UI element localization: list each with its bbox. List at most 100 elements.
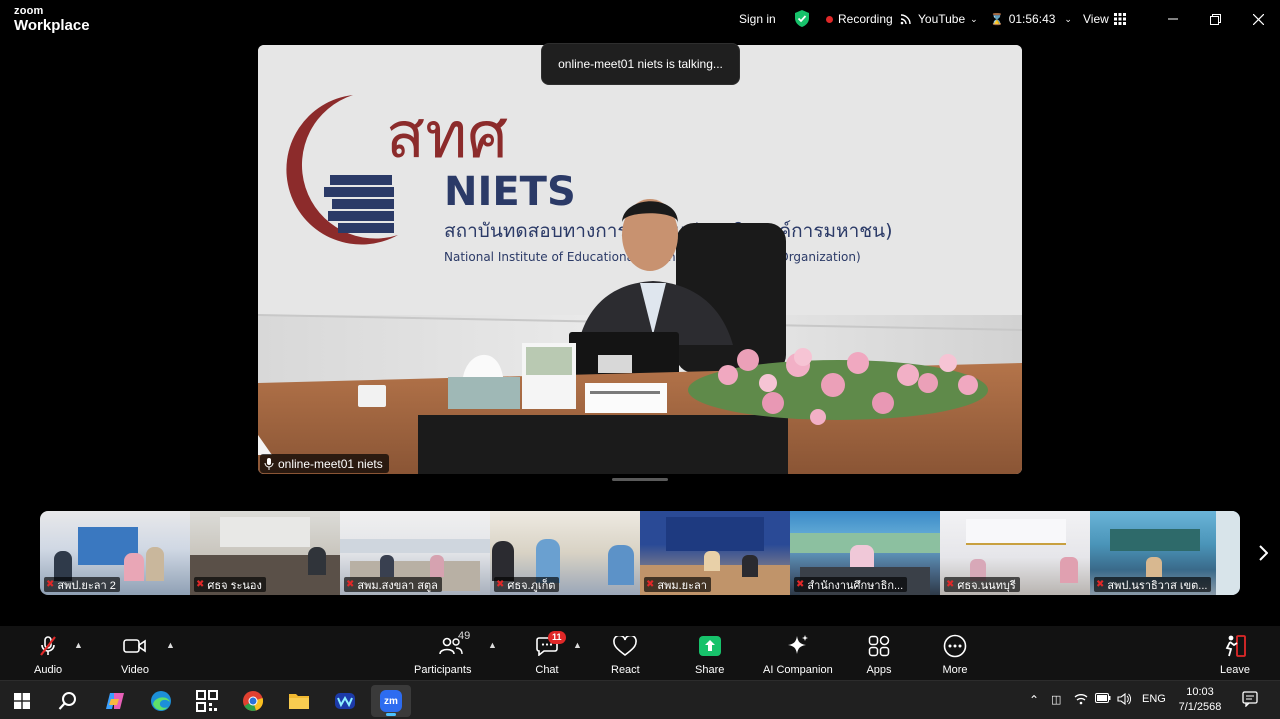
- resize-handle[interactable]: [612, 478, 668, 481]
- edge-icon: [151, 691, 171, 711]
- more-dots-icon: [942, 634, 968, 658]
- meet-now-icon[interactable]: ◫: [1051, 693, 1061, 706]
- participants-count: 49: [458, 630, 471, 642]
- thumbnail-name-tag: ✖ ศธจ ระนอง: [194, 577, 266, 592]
- search-icon: [58, 692, 76, 710]
- audio-options-caret-icon[interactable]: ▲: [74, 640, 83, 650]
- active-speaker-name: online-meet01 niets: [278, 456, 383, 471]
- participant-thumbnail[interactable]: ✖ สำนักงานศึกษาธิก...: [790, 511, 940, 595]
- thumbnail-name-tag: ✖ สพป.ยะลา 2: [44, 577, 120, 592]
- youtube-label: YouTube: [918, 12, 966, 26]
- zoom-icon: zm: [380, 690, 402, 712]
- thumbnail-name-tag: ✖ สพม.ยะลา: [644, 577, 711, 592]
- chevron-right-icon: [1259, 545, 1268, 561]
- mic-muted-icon: ✖: [796, 579, 805, 590]
- video-label: Video: [121, 664, 149, 676]
- thumbnail-name-tag: ✖ สพป.นราธิวาส เขต...: [1094, 577, 1212, 592]
- participants-options-caret-icon[interactable]: ▲: [488, 640, 497, 650]
- mic-muted-icon: ✖: [346, 579, 355, 590]
- thumbnail-name-tag: ✖ สพม.สงขลา สตูล: [344, 577, 442, 592]
- battery-icon[interactable]: [1095, 693, 1111, 706]
- view-label: View: [1083, 12, 1109, 26]
- recording-indicator[interactable]: Recording: [826, 12, 893, 26]
- close-button[interactable]: [1243, 8, 1273, 30]
- wifi-icon[interactable]: [1074, 693, 1088, 708]
- share-button[interactable]: Share: [695, 634, 724, 676]
- leave-button[interactable]: Leave: [1220, 634, 1250, 676]
- audio-button[interactable]: Audio: [34, 634, 62, 676]
- mic-muted-icon: ✖: [496, 579, 505, 590]
- clock-time: 10:03: [1186, 686, 1214, 698]
- mic-muted-icon: ✖: [46, 579, 55, 590]
- video-options-caret-icon[interactable]: ▲: [166, 640, 175, 650]
- volume-icon[interactable]: [1117, 692, 1132, 708]
- active-speaker-video[interactable]: สทศ NIETS สถาบันทดสอบทางการศึกษาแห่งชาติ…: [258, 45, 1022, 474]
- youtube-stream-menu[interactable]: YouTube ⌄: [900, 12, 978, 26]
- apps-button[interactable]: Apps: [866, 634, 892, 676]
- notifications-icon[interactable]: [1242, 691, 1258, 710]
- mic-muted-icon: ✖: [946, 579, 955, 590]
- minimize-button[interactable]: [1158, 8, 1188, 30]
- chat-bubble-icon: 11: [534, 631, 566, 658]
- chat-label: Chat: [535, 664, 559, 676]
- participant-thumbnail[interactable]: ✖ ศธจ.นนทบุรี: [940, 511, 1090, 595]
- ai-companion-button[interactable]: AI Companion: [763, 634, 833, 676]
- chrome-app[interactable]: [233, 685, 273, 717]
- participant-thumbnail[interactable]: ✖ ศธจ.ภูเก็ต: [490, 511, 640, 595]
- chat-unread-badge: 11: [548, 631, 566, 644]
- copilot-icon: [106, 693, 124, 709]
- zoom-app[interactable]: zm: [371, 685, 411, 717]
- qr-code-icon: [196, 690, 218, 712]
- folder-icon: [289, 694, 309, 709]
- chevron-down-icon: ⌄: [970, 13, 978, 24]
- timer-value: 01:56:43: [1008, 12, 1056, 26]
- live-stream-icon: [900, 14, 911, 25]
- search-button[interactable]: [48, 685, 88, 717]
- participant-thumbnail[interactable]: ✖ สพป.ยะลา 2: [40, 511, 190, 595]
- participant-thumbnail[interactable]: ✖ สพป.นราธิวาส เขต...: [1090, 511, 1240, 595]
- qr-app[interactable]: [187, 685, 227, 717]
- view-button[interactable]: View: [1083, 12, 1126, 26]
- show-hidden-icons-chevron-icon[interactable]: ⌃: [1029, 693, 1039, 707]
- chat-options-caret-icon[interactable]: ▲: [573, 640, 582, 650]
- react-button[interactable]: React: [611, 634, 640, 676]
- system-clock[interactable]: 10:03 7/1/2568: [1172, 685, 1228, 715]
- speaker-video-frame: สทศ NIETS สถาบันทดสอบทางการศึกษาแห่งชาติ…: [258, 45, 1022, 474]
- close-icon: [1252, 13, 1264, 25]
- participant-thumbnail[interactable]: ✖ สพม.ยะลา: [640, 511, 790, 595]
- encryption-shield-icon[interactable]: [794, 10, 810, 27]
- webex-icon: [335, 693, 355, 709]
- file-explorer-app[interactable]: [279, 685, 319, 717]
- participant-name: ศธจ ระนอง: [207, 579, 262, 592]
- logo-zoom-text: zoom: [14, 5, 44, 17]
- chevron-down-icon[interactable]: ⌄: [1064, 14, 1072, 25]
- thumbnail-name-tag: ✖ สำนักงานศึกษาธิก...: [794, 577, 908, 592]
- recording-dot-icon: [826, 15, 833, 23]
- logo-workplace-text: Workplace: [14, 17, 90, 34]
- edge-app[interactable]: [141, 685, 181, 717]
- chat-button[interactable]: 11 Chat: [534, 631, 566, 676]
- start-button[interactable]: [2, 685, 42, 717]
- zoom-workplace-logo: zoom Workplace: [14, 5, 90, 34]
- restore-button[interactable]: [1200, 8, 1230, 30]
- sign-in-button[interactable]: Sign in: [739, 12, 776, 26]
- mic-muted-icon: ✖: [646, 579, 655, 590]
- recording-label: Recording: [838, 12, 893, 26]
- copilot-app[interactable]: [95, 685, 135, 717]
- video-button[interactable]: Video: [121, 634, 149, 676]
- input-language[interactable]: ENG: [1142, 693, 1166, 705]
- ai-companion-label: AI Companion: [763, 664, 833, 676]
- more-button[interactable]: More: [942, 634, 968, 676]
- clock-date: 7/1/2568: [1178, 701, 1222, 713]
- participant-thumbnail[interactable]: ✖ ศธจ ระนอง: [190, 511, 340, 595]
- speaking-notification: online-meet01 niets is talking...: [541, 43, 740, 85]
- participant-name: สพม.ยะลา: [657, 579, 707, 592]
- participant-name: ศธจ.นนทบุรี: [957, 579, 1016, 592]
- next-page-button[interactable]: [1252, 541, 1274, 565]
- restore-icon: [1209, 13, 1221, 25]
- more-label: More: [942, 664, 968, 676]
- meeting-timer: ⌛ 01:56:43 ⌄: [990, 12, 1072, 26]
- participant-thumbnail[interactable]: ✖ สพม.สงขลา สตูล: [340, 511, 490, 595]
- webex-app[interactable]: [325, 685, 365, 717]
- active-speaker-name-tag: online-meet01 niets: [260, 454, 389, 473]
